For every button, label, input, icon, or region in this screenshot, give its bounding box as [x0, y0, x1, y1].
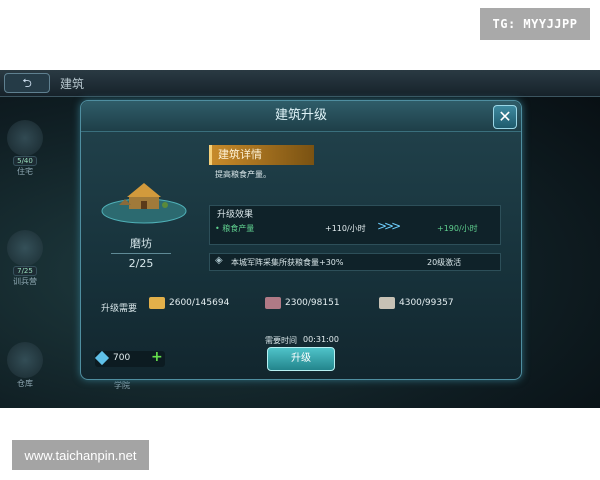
- requirement-wood: 2600/145694: [149, 297, 229, 309]
- time-label: 需要时间: [265, 336, 297, 345]
- time-value: 00:31:00: [303, 335, 339, 344]
- topbar-title: 建筑: [60, 77, 85, 91]
- details-description: 提高粮食产量。: [215, 170, 271, 179]
- sidebar-item-house[interactable]: 5/40 住宅: [0, 120, 50, 177]
- upgrade-arrow-icon: >>>: [377, 219, 401, 233]
- bonus-level: 20级激活: [427, 258, 462, 267]
- effect-current-value: +110/小时: [325, 224, 366, 233]
- requirements-label: 升级需要: [101, 304, 138, 314]
- sidebar-label: 仓库: [17, 379, 33, 388]
- wood-icon: [149, 297, 165, 309]
- building-count: 2/25: [128, 257, 154, 270]
- back-button[interactable]: ⮌: [4, 73, 50, 93]
- warehouse-icon: [7, 342, 43, 378]
- sidebar-label: 住宅: [17, 167, 33, 176]
- bottom-label-academy[interactable]: 学院: [114, 380, 130, 391]
- requirement-stone: 4300/99357: [379, 297, 454, 309]
- building-name: 磨坊: [130, 237, 152, 250]
- upgrade-dialog: 建筑升级 ✕ 磨坊 2/25 建筑详情 提高粮食产量。 升级效果 • 粮食产量 …: [80, 100, 522, 380]
- barracks-icon: [7, 230, 43, 266]
- sidebar-label: 训兵营: [13, 277, 37, 286]
- effect-next-value: +190/小时: [437, 224, 478, 233]
- close-button[interactable]: ✕: [493, 105, 517, 129]
- house-icon: [7, 120, 43, 156]
- requirement-value: 2300/98151: [285, 298, 340, 308]
- top-bar: ⮌ 建筑: [0, 70, 600, 97]
- requirement-meat: 2300/98151: [265, 297, 340, 309]
- upgrade-button[interactable]: 升级: [267, 347, 335, 371]
- add-gems-button[interactable]: +: [151, 349, 163, 365]
- diamond-icon: ◈: [215, 255, 223, 266]
- requirement-value: 4300/99357: [399, 298, 454, 308]
- watermark-top: TG: MYYJJPP: [480, 8, 590, 40]
- sidebar-item-barracks[interactable]: 7/25 训兵营: [0, 230, 50, 287]
- sidebar-tag: 7/25: [13, 266, 37, 276]
- requirement-value: 2600/145694: [169, 298, 230, 308]
- dialog-title: 建筑升级: [81, 101, 521, 132]
- building-divider: [111, 253, 171, 254]
- meat-icon: [265, 297, 281, 309]
- sidebar-item-warehouse[interactable]: 仓库: [0, 342, 50, 389]
- bonus-text: 本城军阵采集所获粮食量+30%: [231, 258, 344, 267]
- sidebar-tag: 5/40: [13, 156, 37, 166]
- mill-building-icon: [101, 183, 187, 224]
- effect-label: 升级效果: [217, 210, 254, 220]
- gem-count: 700: [113, 353, 131, 363]
- stone-icon: [379, 297, 395, 309]
- game-screen: ⮌ 建筑 5/40 住宅 7/25 训兵营 仓库 学院 建筑升级 ✕ 磨坊 2/…: [0, 70, 600, 408]
- watermark-bottom: www.taichanpin.net: [12, 440, 149, 470]
- details-header: 建筑详情: [209, 145, 314, 165]
- effect-stat-name: • 粮食产量: [215, 224, 255, 233]
